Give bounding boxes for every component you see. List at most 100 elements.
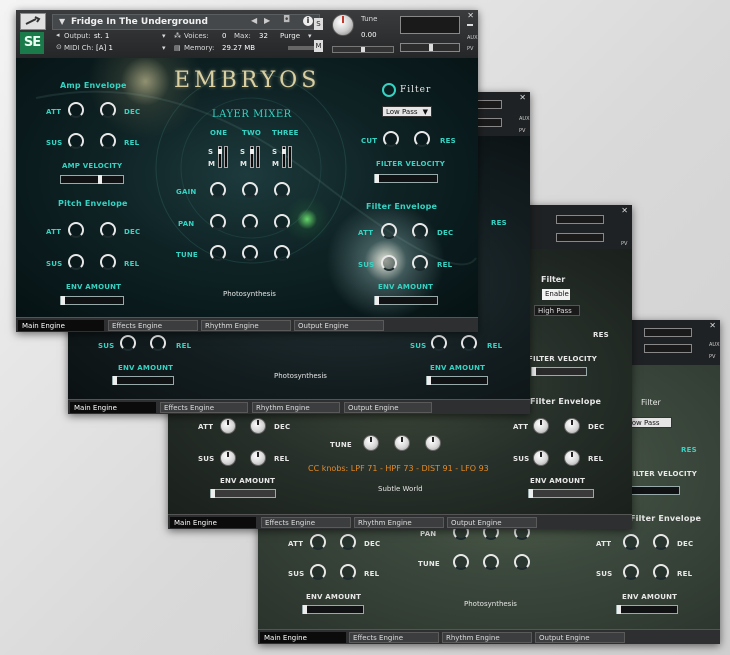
tune-slider[interactable]: [332, 46, 394, 53]
gain-knob-1[interactable]: [210, 182, 226, 198]
filter-velocity-slider[interactable]: [374, 174, 438, 183]
tab-effects-engine[interactable]: Effects Engine: [349, 632, 439, 643]
tune-knob-2[interactable]: [394, 435, 410, 451]
tab-main-engine[interactable]: Main Engine: [18, 320, 104, 331]
rel-knob[interactable]: [340, 564, 356, 580]
filter-enable-toggle[interactable]: [382, 83, 396, 97]
tab-effects-engine[interactable]: Effects Engine: [261, 517, 351, 528]
filter-sus-knob[interactable]: [431, 335, 447, 351]
pan-knob-1[interactable]: [210, 214, 226, 230]
sus-knob[interactable]: [120, 335, 136, 351]
filter-dec-knob[interactable]: [412, 223, 428, 239]
filter-sus-knob[interactable]: [533, 450, 549, 466]
close-icon[interactable]: ✕: [709, 321, 716, 330]
amp-rel-knob[interactable]: [100, 133, 116, 149]
filter-dec-knob[interactable]: [564, 418, 580, 434]
layer-three-solo[interactable]: S: [272, 148, 277, 156]
dec-knob[interactable]: [250, 418, 266, 434]
amp-velocity-slider[interactable]: [60, 175, 124, 184]
tab-output-engine[interactable]: Output Engine: [535, 632, 625, 643]
res-knob[interactable]: [414, 131, 430, 147]
rel-knob[interactable]: [250, 450, 266, 466]
close-icon[interactable]: ✕: [621, 206, 628, 215]
filter-type-select[interactable]: High Pass: [534, 305, 580, 316]
filter-env-amount-slider[interactable]: [528, 489, 594, 498]
pitch-att-knob[interactable]: [68, 222, 84, 238]
tab-rhythm-engine[interactable]: Rhythm Engine: [201, 320, 291, 331]
tab-rhythm-engine[interactable]: Rhythm Engine: [442, 632, 532, 643]
tab-rhythm-engine[interactable]: Rhythm Engine: [252, 402, 340, 413]
tune-knob[interactable]: [332, 14, 354, 36]
filter-rel-knob[interactable]: [653, 564, 669, 580]
filter-enable-button[interactable]: Enable: [542, 289, 570, 300]
tab-main-engine[interactable]: Main Engine: [260, 632, 346, 643]
max-value[interactable]: 32: [259, 32, 268, 40]
tab-output-engine[interactable]: Output Engine: [344, 402, 432, 413]
filter-att-knob[interactable]: [381, 223, 397, 239]
pan-knob-2[interactable]: [242, 214, 258, 230]
layer-two-volume[interactable]: [250, 146, 254, 168]
tune-knob-2[interactable]: [242, 245, 258, 261]
purge-dropdown-icon[interactable]: ▾: [308, 32, 312, 40]
close-icon[interactable]: ✕: [467, 11, 474, 20]
wrench-icon[interactable]: [20, 13, 46, 30]
pitch-dec-knob[interactable]: [100, 222, 116, 238]
filter-type-select[interactable]: Low Pass ▼: [382, 106, 432, 117]
tune-knob-1[interactable]: [210, 245, 226, 261]
amp-dec-knob[interactable]: [100, 102, 116, 118]
filter-env-amount-slider[interactable]: [374, 296, 438, 305]
filter-rel-knob[interactable]: [564, 450, 580, 466]
tune-knob-3[interactable]: [514, 554, 530, 570]
volume-display[interactable]: [556, 215, 604, 224]
layer-one-solo[interactable]: S: [208, 148, 213, 156]
gain-knob-3[interactable]: [274, 182, 290, 198]
camera-icon[interactable]: ◘: [283, 15, 290, 25]
close-icon[interactable]: ✕: [519, 93, 526, 102]
output-value[interactable]: st. 1: [94, 32, 109, 40]
midi-value[interactable]: [A] 1: [96, 44, 113, 52]
pan-slider[interactable]: [400, 43, 460, 52]
filter-rel-knob[interactable]: [412, 255, 428, 271]
tab-main-engine[interactable]: Main Engine: [170, 517, 256, 528]
solo-button[interactable]: S: [314, 18, 323, 30]
layer-two-solo[interactable]: S: [240, 148, 245, 156]
amp-att-knob[interactable]: [68, 102, 84, 118]
filter-velocity-slider[interactable]: [626, 486, 680, 495]
gain-knob-2[interactable]: [242, 182, 258, 198]
filter-sus-knob[interactable]: [381, 255, 397, 271]
tune-knob-1[interactable]: [363, 435, 379, 451]
tune-knob-3[interactable]: [425, 435, 441, 451]
att-knob[interactable]: [310, 534, 326, 550]
filter-sus-knob[interactable]: [623, 564, 639, 580]
tune-knob-2[interactable]: [483, 554, 499, 570]
info-icon[interactable]: i: [303, 16, 313, 26]
env-amount-slider[interactable]: [210, 489, 276, 498]
tab-effects-engine[interactable]: Effects Engine: [160, 402, 248, 413]
sus-knob[interactable]: [220, 450, 236, 466]
rel-knob[interactable]: [150, 335, 166, 351]
env-amount-slider[interactable]: [302, 605, 364, 614]
pan-knob-3[interactable]: [274, 214, 290, 230]
layer-one-volume[interactable]: [218, 146, 222, 168]
filter-dec-knob[interactable]: [653, 534, 669, 550]
filter-rel-knob[interactable]: [461, 335, 477, 351]
tab-output-engine[interactable]: Output Engine: [294, 320, 384, 331]
pan-display[interactable]: [556, 233, 604, 242]
layer-one-mute[interactable]: M: [208, 160, 215, 168]
tab-main-engine[interactable]: Main Engine: [70, 402, 156, 413]
cut-knob[interactable]: [383, 131, 399, 147]
prev-instrument-icon[interactable]: ◀: [251, 16, 257, 25]
pitch-rel-knob[interactable]: [100, 254, 116, 270]
purge-button[interactable]: Purge: [280, 32, 300, 40]
instrument-name[interactable]: Fridge In The Underground: [71, 15, 208, 29]
pitch-env-amount-slider[interactable]: [60, 296, 124, 305]
dec-knob[interactable]: [340, 534, 356, 550]
tab-rhythm-engine[interactable]: Rhythm Engine: [354, 517, 444, 528]
amp-sus-knob[interactable]: [68, 133, 84, 149]
filter-att-knob[interactable]: [623, 534, 639, 550]
mute-button[interactable]: M: [314, 40, 323, 52]
pitch-sus-knob[interactable]: [68, 254, 84, 270]
att-knob[interactable]: [220, 418, 236, 434]
env-amount-slider[interactable]: [112, 376, 174, 385]
volume-display[interactable]: [644, 328, 692, 337]
